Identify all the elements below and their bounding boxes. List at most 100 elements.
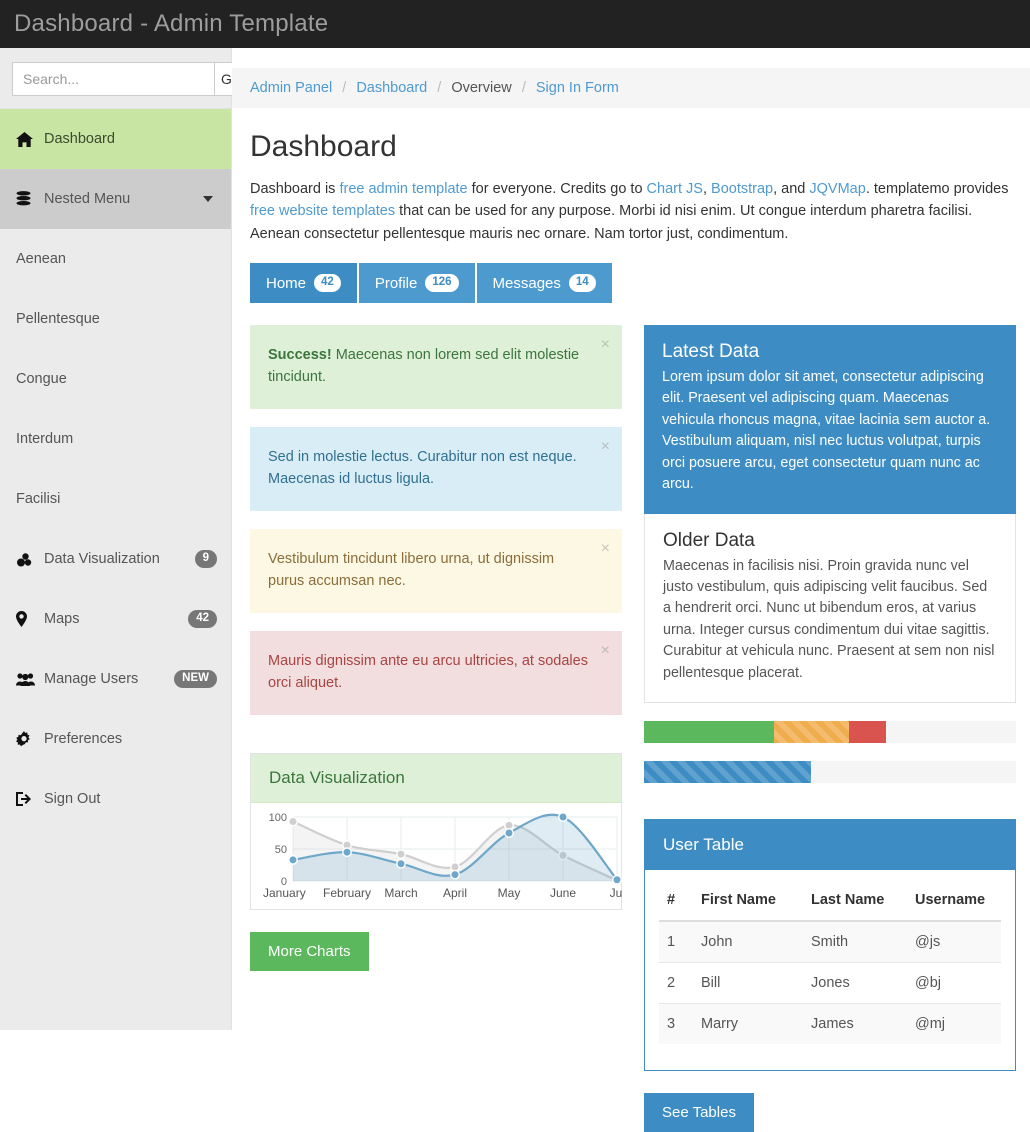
progress-segment-green: [644, 721, 774, 743]
tab-home[interactable]: Home 42: [250, 263, 357, 303]
breadcrumb-separator: /: [342, 80, 346, 96]
breadcrumb-item-dashboard[interactable]: Dashboard: [356, 80, 427, 96]
sidebar-item-preferences[interactable]: Preferences: [0, 709, 231, 769]
alert-danger: Mauris dignissim ante eu arcu ultricies,…: [250, 631, 622, 715]
latest-data-title: Latest Data: [662, 341, 998, 363]
svg-text:50: 50: [275, 844, 287, 856]
status-badge: NEW: [174, 670, 217, 688]
tab-label: Messages: [493, 275, 561, 292]
sidebar-item-label: Nested Menu: [44, 191, 130, 207]
right-column: Latest Data Lorem ipsum dolor sit amet, …: [644, 325, 1016, 1132]
database-icon: [16, 191, 38, 207]
sidebar-item-facilisi[interactable]: Facilisi: [0, 469, 231, 529]
app-header: Dashboard - Admin Template: [0, 0, 1030, 48]
link-jqvmap[interactable]: JQVMap: [809, 181, 865, 197]
svg-text:July: July: [610, 886, 623, 900]
svg-text:April: April: [443, 886, 467, 900]
tab-messages[interactable]: Messages 14: [477, 263, 612, 303]
progress-segment-red: [849, 721, 886, 743]
intro-paragraph: Dashboard is free admin template for eve…: [250, 178, 1010, 245]
tab-profile[interactable]: Profile 126: [359, 263, 475, 303]
breadcrumb-item-overview: Overview: [451, 80, 511, 96]
main-content: Admin Panel / Dashboard / Overview / Sig…: [232, 48, 1030, 1030]
cell-username: @js: [907, 921, 1001, 963]
sidebar-item-label: Maps: [44, 611, 79, 627]
cubes-icon: [16, 552, 38, 567]
page-title: Dashboard: [250, 130, 1016, 164]
sidebar-item-dashboard[interactable]: Dashboard: [0, 109, 231, 169]
alert-body: Sed in molestie lectus. Curabitur non es…: [268, 447, 588, 491]
cell-username: @mj: [907, 1004, 1001, 1045]
close-icon[interactable]: ×: [601, 643, 610, 659]
tab-label: Home: [266, 275, 306, 292]
alert-text: Success! Maecenas non lorem sed elit mol…: [268, 345, 588, 389]
sidebar-item-maps[interactable]: Maps 42: [0, 589, 231, 649]
tab-label: Profile: [375, 275, 418, 292]
sidebar-item-pellentesque[interactable]: Pellentesque: [0, 289, 231, 349]
older-data-title: Older Data: [663, 530, 997, 552]
cell-username: @bj: [907, 963, 1001, 1004]
cell-first-name: John: [693, 921, 803, 963]
close-icon[interactable]: ×: [601, 439, 610, 455]
cell-last-name: Jones: [803, 963, 907, 1004]
sidebar-item-congue[interactable]: Congue: [0, 349, 231, 409]
alert-body: Vestibulum tincidunt libero urna, ut dig…: [268, 549, 588, 593]
sidebar-item-interdum[interactable]: Interdum: [0, 409, 231, 469]
sidebar-item-sign-out[interactable]: Sign Out: [0, 769, 231, 829]
breadcrumb-item-admin-panel[interactable]: Admin Panel: [250, 80, 332, 96]
link-free-website-templates[interactable]: free website templates: [250, 203, 395, 219]
sidebar-item-label: Preferences: [44, 731, 122, 747]
table-row[interactable]: 2 Bill Jones @bj: [659, 963, 1001, 1004]
link-bootstrap[interactable]: Bootstrap: [711, 181, 773, 197]
sidebar-item-label: Data Visualization: [44, 551, 160, 567]
column-header-first-name: First Name: [693, 880, 803, 921]
svg-text:May: May: [498, 886, 521, 900]
sidebar-item-data-visualization[interactable]: Data Visualization 9: [0, 529, 231, 589]
tab-badge: 42: [314, 274, 341, 292]
breadcrumb-item-sign-in-form[interactable]: Sign In Form: [536, 80, 619, 96]
older-data-body: Maecenas in facilisis nisi. Proin gravid…: [663, 556, 997, 685]
home-icon: [16, 132, 38, 147]
table-row[interactable]: 3 Marry James @mj: [659, 1004, 1001, 1045]
alert-info: Sed in molestie lectus. Curabitur non es…: [250, 427, 622, 511]
table-header-row: # First Name Last Name Username: [659, 880, 1001, 921]
sidebar-item-label: Sign Out: [44, 791, 100, 807]
cell-index: 3: [659, 1004, 693, 1045]
see-tables-button[interactable]: See Tables: [644, 1093, 754, 1132]
breadcrumb-separator: /: [437, 80, 441, 96]
alert-strong: Success!: [268, 347, 332, 363]
chart-body: 050100JanuaryFebruaryMarchAprilMayJuneJu…: [251, 803, 621, 909]
column-header-username: Username: [907, 880, 1001, 921]
sidebar: Go Dashboard Nested Menu Aenean: [0, 48, 232, 1030]
user-table-wrap: # First Name Last Name Username 1: [645, 870, 1015, 1070]
close-icon[interactable]: ×: [601, 337, 610, 353]
sidebar-item-aenean[interactable]: Aenean: [0, 229, 231, 289]
close-icon[interactable]: ×: [601, 541, 610, 557]
content-columns: Success! Maecenas non lorem sed elit mol…: [250, 325, 1016, 1132]
user-table: # First Name Last Name Username 1: [659, 880, 1001, 1044]
svg-text:February: February: [323, 886, 371, 900]
progress-bar-stacked: [644, 721, 1016, 743]
chart-panel-title: Data Visualization: [251, 754, 621, 803]
link-free-admin-template[interactable]: free admin template: [339, 181, 467, 197]
more-charts-button[interactable]: More Charts: [250, 932, 369, 971]
alert-body: Mauris dignissim ante eu arcu ultricies,…: [268, 651, 588, 695]
app-title: Dashboard - Admin Template: [14, 10, 328, 38]
alert-success: Success! Maecenas non lorem sed elit mol…: [250, 325, 622, 409]
search-input[interactable]: [12, 62, 214, 96]
intro-text-5: . templatemo provides: [866, 181, 1009, 197]
sidebar-item-label: Aenean: [16, 251, 66, 267]
link-chart-js[interactable]: Chart JS: [647, 181, 703, 197]
sidebar-item-label: Manage Users: [44, 671, 138, 687]
svg-text:March: March: [384, 886, 417, 900]
chart-panel: Data Visualization 050100JanuaryFebruary…: [250, 753, 622, 910]
tab-badge: 126: [425, 274, 458, 292]
sidebar-item-label: Pellentesque: [16, 311, 100, 327]
status-badge: 9: [195, 550, 217, 568]
sidebar-item-nested-menu[interactable]: Nested Menu: [0, 169, 231, 229]
cell-index: 2: [659, 963, 693, 1004]
left-column: Success! Maecenas non lorem sed elit mol…: [250, 325, 622, 1132]
breadcrumb: Admin Panel / Dashboard / Overview / Sig…: [232, 68, 1030, 108]
sidebar-item-manage-users[interactable]: Manage Users NEW: [0, 649, 231, 709]
table-row[interactable]: 1 John Smith @js: [659, 921, 1001, 963]
